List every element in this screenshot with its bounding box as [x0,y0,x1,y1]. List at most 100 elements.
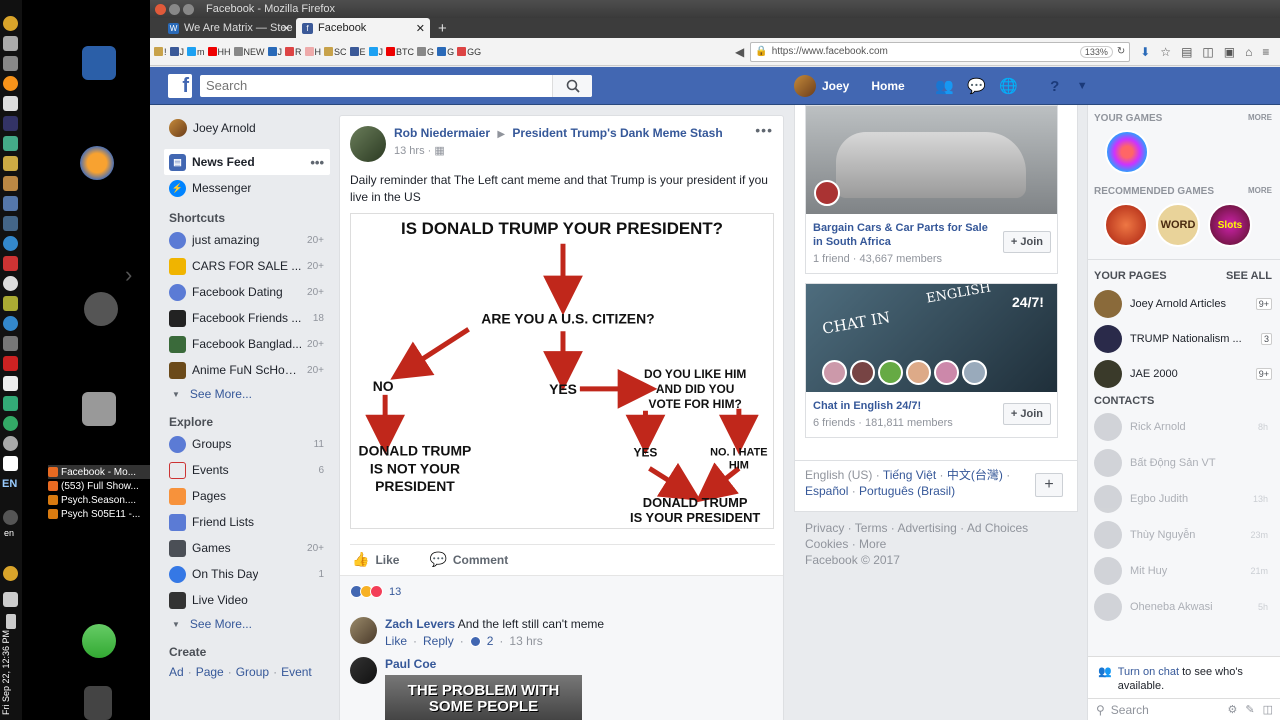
reactions-summary[interactable]: 13 [340,575,783,607]
wifi-icon[interactable] [3,510,18,525]
bookmark-item[interactable]: BTC [386,47,414,57]
create-link[interactable]: Group [236,665,269,679]
sidebar-item-shortcut[interactable]: just amazing 20+ [164,227,330,253]
language-option[interactable]: Español [805,484,848,498]
bookmark-item[interactable]: ! [154,47,167,57]
document-icon[interactable] [82,46,116,80]
youtube-icon[interactable]: ▣ [1224,45,1235,59]
app-icon[interactable] [3,276,18,291]
bookmark-item[interactable]: R [285,47,302,57]
app-icon[interactable] [3,396,18,411]
chevron-down-icon[interactable]: ▼ [1077,80,1088,92]
sidebar-item-shortcut[interactable]: Facebook Friends ... 18 [164,305,330,331]
bookmark-item[interactable]: J [267,47,282,57]
home-link[interactable]: Home [871,79,904,93]
page-item[interactable]: TRUMP Nationalism ... 3 [1088,321,1280,356]
tab-matrix[interactable]: W We Are Matrix — Stee ✕ [162,18,296,38]
bookmark-item[interactable]: G [437,47,454,57]
archive-icon[interactable] [82,392,116,426]
meme-image[interactable]: IS DONALD TRUMP YOUR PRESIDENT? ARE YOU … [350,213,774,529]
commenter-avatar[interactable] [350,617,377,644]
chat-search[interactable]: ⚲ Search ⚙ ✎ ◫ [1088,698,1280,720]
more-recommended-link[interactable]: MORE [1248,186,1272,197]
bitcoin-icon[interactable] [3,76,18,91]
post-time[interactable]: 13 hrs [394,145,425,157]
sidebar-item-explore[interactable]: Events 6 [164,457,330,483]
sidebar-item-shortcut[interactable]: Facebook Banglad... 20+ [164,331,330,357]
footer-links-row[interactable]: Cookies · More [805,536,1075,552]
home-icon[interactable]: ⌂ [1245,45,1252,59]
see-more-shortcuts[interactable]: ▼ See More... [164,383,330,405]
messenger-icon[interactable]: 💬 [967,76,987,96]
more-options-icon[interactable]: ••• [310,155,324,170]
create-link[interactable]: Event [281,665,312,679]
group-name[interactable]: Chat in English 24/7! [813,399,988,413]
language-option[interactable]: Tiếng Việt [883,468,936,482]
maximize-window-button[interactable] [183,3,194,15]
bluetooth-icon[interactable] [6,614,16,629]
post-options-icon[interactable]: ••• [755,122,773,138]
word-game-icon[interactable]: WORD [1156,203,1200,247]
keyboard-layout[interactable]: EN [2,478,17,490]
sidebar-item-explore[interactable]: Live Video [164,587,330,613]
comment-image[interactable]: THE PROBLEM WITH SOME PEOPLE [385,675,582,720]
chevron-right-icon[interactable]: › [125,262,132,288]
facebook-logo-icon[interactable]: f [168,73,192,98]
sidebar-item-explore[interactable]: Groups 11 [164,431,330,457]
close-window-button[interactable] [155,3,166,15]
join-group-button[interactable]: + Join [1002,403,1051,425]
bookmark-item[interactable]: G [417,47,434,57]
bookmark-item[interactable]: E [349,47,366,57]
sidebar-item-explore[interactable]: Friend Lists [164,509,330,535]
reload-icon[interactable]: ↻ [1117,46,1125,57]
app-icon[interactable] [3,176,18,191]
coin-icon[interactable] [3,16,18,31]
more-languages-button[interactable]: + [1035,473,1063,497]
app-icon[interactable] [3,296,18,311]
app-icon[interactable] [3,436,18,451]
join-group-button[interactable]: + Join [1002,231,1051,253]
comment-reply-button[interactable]: Reply [423,634,454,648]
candy-crush-game-icon[interactable] [1105,130,1149,174]
profile-link[interactable]: Joey [794,75,849,97]
bookmark-item[interactable]: J [368,47,383,57]
friend-requests-icon[interactable]: 👥 [935,76,955,96]
search-button[interactable] [552,74,592,97]
task-item[interactable]: (553) Full Show... [48,479,150,493]
url-bar[interactable]: 🔒 https://www.facebook.com 133% ↻ [750,41,1131,62]
comment-like-count[interactable]: 2 [487,634,494,648]
help-icon[interactable]: ? [1045,76,1065,96]
compose-icon[interactable]: ✎ [1245,703,1254,716]
user-icon[interactable] [82,624,116,658]
group-cover-car[interactable] [806,106,1057,214]
bookmark-star-icon[interactable]: ☆ [1160,45,1171,59]
menu-icon[interactable]: ≡ [1262,45,1269,59]
see-all-pages-link[interactable]: SEE ALL [1226,270,1272,282]
app-icon[interactable] [3,456,18,471]
gear-icon[interactable]: ⚙ [1228,703,1238,716]
battery-icon[interactable] [3,592,18,607]
bookmark-item[interactable]: J [169,47,184,57]
task-item[interactable]: Psych S05E11 -... [48,507,150,521]
like-button[interactable]: 👍 Like [352,551,399,568]
contact-item[interactable]: Egbo Judith 13h [1088,481,1280,517]
app-icon[interactable] [3,136,18,151]
close-icon[interactable]: ✕ [282,22,291,35]
app-icon[interactable] [3,36,18,51]
commenter-name[interactable]: Paul Coe [385,657,436,671]
library-icon[interactable]: ▤ [1181,45,1192,59]
sidebar-item-explore[interactable]: On This Day 1 [164,561,330,587]
firefox-icon[interactable] [80,146,114,180]
bookmark-item[interactable]: SC [324,47,347,57]
turn-on-chat-link[interactable]: Turn on chat [1118,666,1179,678]
bookmark-item[interactable]: NEW [233,47,265,57]
author-avatar[interactable] [350,126,386,162]
group-cover-chat[interactable]: CHAT IN ENGLISH 24/7! [806,284,1057,392]
pocket-icon[interactable]: ◫ [1202,45,1213,59]
sidebar-item-explore[interactable]: Pages [164,483,330,509]
bookmark-item[interactable]: H [304,47,321,57]
app-icon[interactable] [3,56,18,71]
comment-time[interactable]: 13 hrs [509,634,542,648]
app-icon[interactable] [3,236,18,251]
download-icon[interactable]: ⬇ [1140,45,1150,59]
